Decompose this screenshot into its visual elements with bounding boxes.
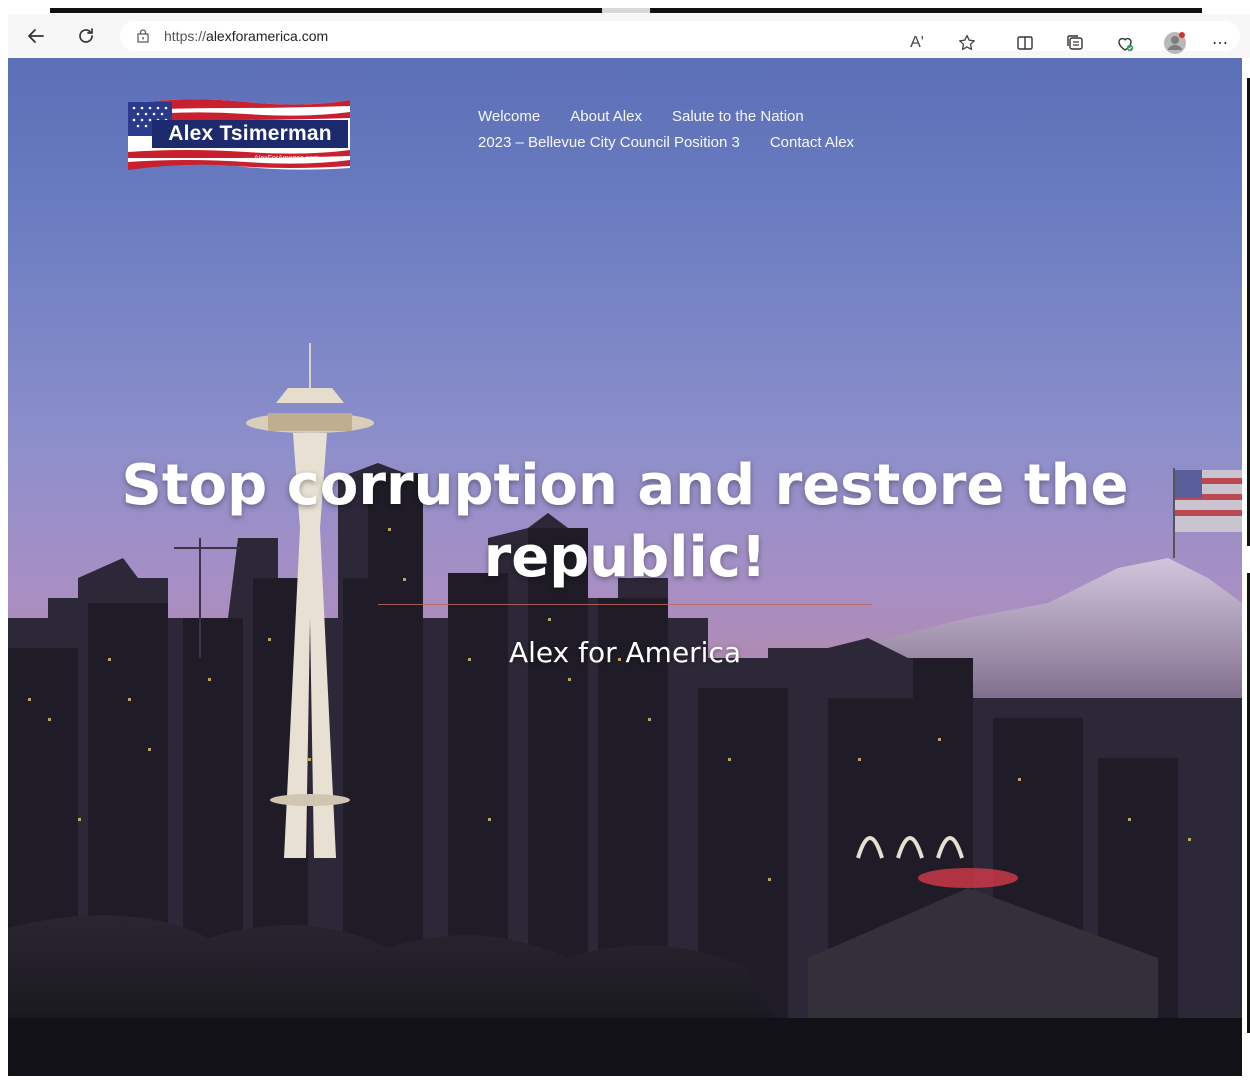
read-aloud-icon: Aʹ <box>910 34 924 51</box>
more-menu-icon: ⋯ <box>1212 35 1228 52</box>
window-top-strip <box>50 8 1202 13</box>
address-url[interactable]: https://alexforamerica.com <box>164 28 328 44</box>
nav-link-contact-alex[interactable]: Contact Alex <box>770 134 854 151</box>
collections-button[interactable] <box>1050 25 1100 61</box>
page-scrollbar[interactable] <box>1242 58 1250 1076</box>
hero-subtitle: Alex for America <box>508 636 742 669</box>
url-host: alexforamerica.com <box>206 28 329 44</box>
split-screen-button[interactable] <box>1000 25 1050 61</box>
profile-avatar-icon <box>1164 32 1186 54</box>
more-menu-button[interactable]: ⋯ <box>1200 25 1240 61</box>
read-aloud-button[interactable]: Aʹ <box>892 25 942 61</box>
page-viewport: Alex Tsimerman AlexForAmerica.com Welcom… <box>8 58 1242 1076</box>
hero-divider <box>378 604 872 605</box>
site-navigation: Welcome About Alex Salute to the Nation … <box>478 108 918 160</box>
nav-row-2: 2023 – Bellevue City Council Position 3 … <box>478 134 918 151</box>
browser-essentials-icon <box>1118 37 1134 52</box>
logo-name: Alex Tsimerman <box>152 120 348 148</box>
favorite-button[interactable] <box>942 25 992 61</box>
refresh-icon <box>79 28 93 43</box>
profile-button[interactable] <box>1150 25 1200 61</box>
nav-link-salute-to-the-nation[interactable]: Salute to the Nation <box>672 108 804 125</box>
nav-link-welcome[interactable]: Welcome <box>478 108 540 125</box>
window-drag-handle[interactable] <box>602 8 650 13</box>
address-bar[interactable]: https://alexforamerica.com Aʹ ⋯ <box>120 21 1240 54</box>
back-icon <box>28 29 44 43</box>
favorite-star-icon <box>959 34 975 51</box>
refresh-button[interactable] <box>68 18 104 54</box>
split-screen-icon <box>1017 36 1033 50</box>
back-button[interactable] <box>18 18 54 54</box>
browser-essentials-button[interactable] <box>1100 25 1150 61</box>
browser-toolbar: https://alexforamerica.com Aʹ ⋯ <box>8 14 1250 58</box>
collections-icon <box>1067 35 1083 50</box>
site-info-icon[interactable] <box>136 29 150 43</box>
site-logo[interactable]: Alex Tsimerman AlexForAmerica.com <box>126 96 352 172</box>
url-scheme: https:// <box>164 28 207 44</box>
nav-link-about-alex[interactable]: About Alex <box>570 108 642 125</box>
nav-link-bellevue-council[interactable]: 2023 – Bellevue City Council Position 3 <box>478 134 740 151</box>
hero-title: Stop corruption and restore the republic… <box>121 453 1129 590</box>
nav-row-1: Welcome About Alex Salute to the Nation <box>478 108 918 125</box>
logo-subtitle: AlexForAmerica.com <box>254 155 319 162</box>
